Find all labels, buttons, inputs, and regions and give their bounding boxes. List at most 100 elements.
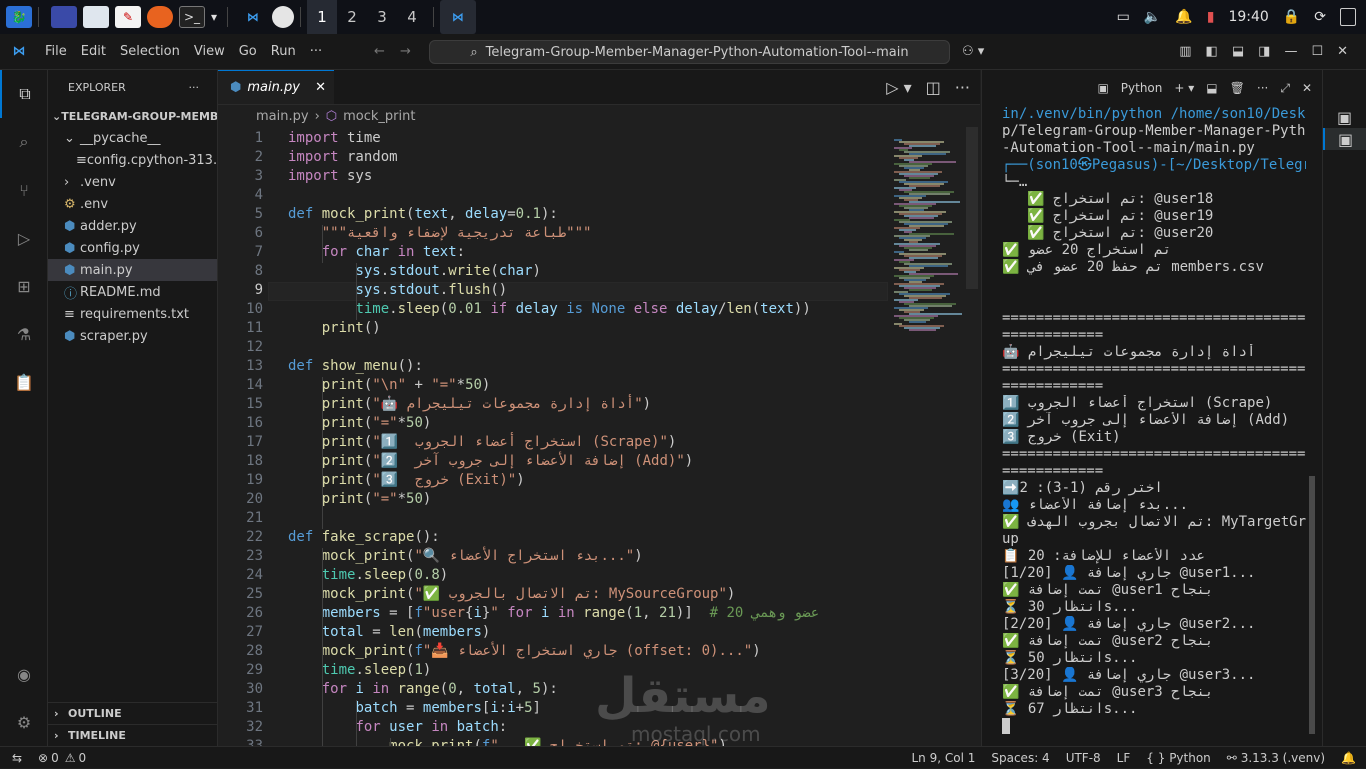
desktop-icon[interactable] <box>51 6 77 28</box>
warning-icon[interactable]: ⚠ <box>65 751 76 765</box>
menu-item-file[interactable]: File <box>38 44 74 59</box>
code-line[interactable]: import random <box>288 149 398 165</box>
more-actions-icon[interactable]: ··· <box>1257 81 1268 95</box>
menu-item-go[interactable]: Go <box>232 44 264 59</box>
copilot-icon[interactable]: ⚇ ▾ <box>962 44 984 59</box>
code-line[interactable]: time.sleep(0.01 if delay is None else de… <box>288 301 811 317</box>
battery-icon[interactable]: ▮ <box>1207 9 1215 25</box>
code-line[interactable]: time.sleep(1) <box>288 662 431 678</box>
code-line[interactable]: for i in range(0, total, 5): <box>288 681 558 697</box>
command-center-search[interactable]: ⌕ Telegram-Group-Member-Manager-Python-A… <box>429 40 950 64</box>
maximize-panel-icon[interactable]: ⤢ <box>1280 81 1290 96</box>
menu-more[interactable]: ··· <box>303 44 329 59</box>
file-tree-item[interactable]: ≡config.cpython-313.... <box>48 149 217 171</box>
firefox-icon[interactable] <box>147 6 173 28</box>
close-tab-icon[interactable]: ✕ <box>315 80 326 95</box>
kill-terminal-icon[interactable]: 🗑 <box>1230 81 1245 95</box>
chevron-down-icon[interactable]: ▾ <box>207 6 221 28</box>
file-manager-icon[interactable] <box>83 6 109 28</box>
code-line[interactable]: members = [f"user{i}" for i in range(1, … <box>288 605 819 621</box>
code-line[interactable]: total = len(members) <box>288 624 490 640</box>
code-line[interactable]: def fake_scrape(): <box>288 529 440 545</box>
code-line[interactable]: sys.stdout.flush() <box>288 282 507 298</box>
screen-icon[interactable]: ▭ <box>1117 9 1130 25</box>
search-view-icon[interactable]: ⌕ <box>0 118 48 166</box>
code-line[interactable]: print("2️⃣ إضافة الأعضاء إلى جروب آخر (A… <box>288 453 693 469</box>
file-tree-item[interactable]: ≡requirements.txt <box>48 303 217 325</box>
indentation[interactable]: Spaces: 4 <box>991 751 1049 765</box>
menu-item-edit[interactable]: Edit <box>74 44 113 59</box>
run-python-icon[interactable]: ▷ ▾ <box>886 78 911 97</box>
code-line[interactable]: for user in batch: <box>288 719 507 735</box>
file-tree-item[interactable]: ⬢scraper.py <box>48 325 217 347</box>
clipboard-icon[interactable]: 📋 <box>0 358 48 406</box>
cursor-position[interactable]: Ln 9, Col 1 <box>912 751 976 765</box>
more-actions-icon[interactable]: ··· <box>189 81 200 94</box>
code-line[interactable]: def show_menu(): <box>288 358 423 374</box>
code-line[interactable]: print("\n" + "="*50) <box>288 377 490 393</box>
tab-main-py[interactable]: ⬢ main.py ✕ <box>218 70 334 104</box>
split-terminal-icon[interactable]: ⬓ <box>1206 81 1217 95</box>
code-line[interactable]: sys.stdout.write(char) <box>288 263 541 279</box>
minimap[interactable] <box>890 127 962 746</box>
extensions-icon[interactable]: ⊞ <box>0 262 48 310</box>
run-debug-icon[interactable]: ▷ <box>0 214 48 262</box>
text-editor-icon[interactable]: ✎ <box>115 6 141 28</box>
code-line[interactable]: print() <box>288 320 381 336</box>
code-line[interactable]: print("="*50) <box>288 415 431 431</box>
file-tree-item[interactable]: ⬢config.py <box>48 237 217 259</box>
workspace-3[interactable]: 3 <box>367 0 397 34</box>
code-line[interactable]: print("1️⃣ استخراج أعضاء الجروب (Scrape)… <box>288 434 676 450</box>
close-panel-icon[interactable]: ✕ <box>1302 81 1312 95</box>
vscode-window-icon[interactable]: ⋈ <box>440 0 476 34</box>
minimize-icon[interactable]: — <box>1284 44 1297 59</box>
error-count[interactable]: 0 <box>51 751 59 765</box>
layout-panels-icon[interactable]: ▥ <box>1179 44 1191 59</box>
editor-scrollbar[interactable] <box>966 127 978 289</box>
code-line[interactable]: mock_print(f"📥 جاري استخراج الأعضاء (off… <box>288 643 761 659</box>
workspace-1[interactable]: 1 <box>307 0 337 34</box>
notifications-bell-icon[interactable]: 🔔 <box>1341 751 1356 765</box>
file-tree-item[interactable]: ⓘREADME.md <box>48 281 217 303</box>
interpreter[interactable]: ⚯ 3.13.3 (.venv) <box>1227 751 1325 765</box>
back-arrow-icon[interactable]: ← <box>374 44 385 59</box>
source-control-icon[interactable]: ⑂ <box>0 166 48 214</box>
clock[interactable]: 19:40 <box>1228 9 1268 25</box>
code-line[interactable]: for char in text: <box>288 244 465 260</box>
lock-icon[interactable]: 🔒 <box>1283 9 1300 25</box>
code-line[interactable]: print("3️⃣ خروج (Exit)") <box>288 472 525 488</box>
terminal-output[interactable]: in/.venv/bin/python /home/son10/Desktop/… <box>1002 106 1306 746</box>
code-line[interactable]: time.sleep(0.8) <box>288 567 448 583</box>
terminal-instance-icon[interactable]: ▣ <box>1323 106 1366 128</box>
code-line[interactable]: def mock_print(text, delay=0.1): <box>288 206 558 222</box>
testing-flask-icon[interactable]: ⚗ <box>0 310 48 358</box>
maximize-icon[interactable]: ☐ <box>1311 44 1323 59</box>
notification-bell-icon[interactable]: 🔔 <box>1175 9 1192 25</box>
explorer-files-icon[interactable]: ⧉ <box>0 70 48 118</box>
settings-gear-icon[interactable]: ⚙ <box>0 698 48 746</box>
menu-item-run[interactable]: Run <box>264 44 303 59</box>
toggle-sidebar-icon[interactable]: ◧ <box>1206 44 1218 59</box>
file-tree-item[interactable]: ⌄__pycache__ <box>48 127 217 149</box>
outline-section[interactable]: › OUTLINE <box>48 702 218 724</box>
account-icon[interactable]: ◉ <box>0 650 48 698</box>
breadcrumb-symbol[interactable]: mock_print <box>343 109 415 124</box>
toggle-secondary-sidebar-icon[interactable]: ◨ <box>1258 44 1270 59</box>
explorer-root-folder[interactable]: ⌄ TELEGRAM-GROUP-MEMB... <box>48 105 217 127</box>
code-line[interactable]: """طباعة تدريجية لإضفاء واقعية""" <box>288 225 591 241</box>
split-editor-icon[interactable]: ◫ <box>926 78 941 97</box>
menu-item-view[interactable]: View <box>187 44 232 59</box>
timeline-section[interactable]: › TIMELINE <box>48 724 218 746</box>
terminal-scrollbar[interactable] <box>1309 476 1315 734</box>
encoding[interactable]: UTF-8 <box>1066 751 1101 765</box>
language-mode[interactable]: { } Python <box>1146 751 1211 765</box>
code-line[interactable]: print("="*50) <box>288 491 431 507</box>
remote-icon[interactable]: ⇆ <box>0 751 34 765</box>
errors-icon[interactable]: ⊗ <box>38 751 48 765</box>
forward-arrow-icon[interactable]: → <box>400 44 411 59</box>
code-line[interactable]: mock_print("✅ تم الاتصال بالجروب: MySour… <box>288 586 735 602</box>
new-terminal-icon[interactable]: + ▾ <box>1174 81 1194 95</box>
code-line[interactable]: import sys <box>288 168 372 184</box>
workspace-2[interactable]: 2 <box>337 0 367 34</box>
code-line[interactable]: import time <box>288 130 381 146</box>
